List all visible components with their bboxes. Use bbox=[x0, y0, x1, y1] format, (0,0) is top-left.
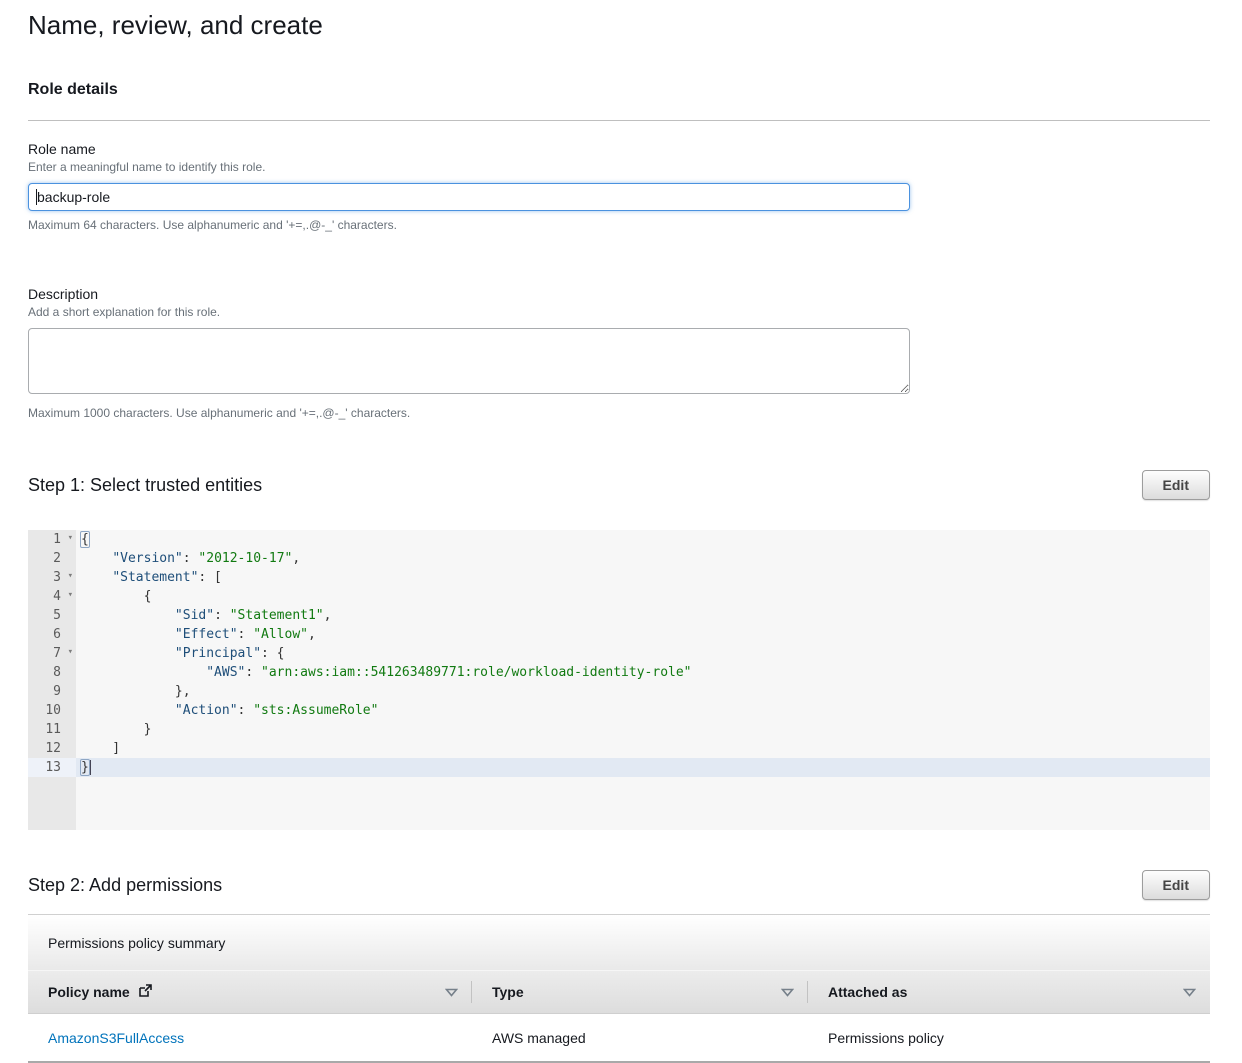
editor-code-line[interactable]: }, bbox=[76, 682, 1210, 701]
editor-code-line[interactable]: "Principal": { bbox=[76, 644, 1210, 663]
editor-code-line[interactable]: } bbox=[76, 758, 1210, 777]
filter-triangle-icon[interactable] bbox=[1183, 984, 1196, 1000]
role-details-section: Role details Role name Enter a meaningfu… bbox=[28, 81, 1210, 420]
column-label: Type bbox=[492, 984, 524, 1000]
editor-code-line[interactable]: "Version": "2012-10-17", bbox=[76, 549, 1210, 568]
policy-table-body: AmazonS3FullAccess AWS managedPermissions… bbox=[28, 1014, 1210, 1063]
editor-line-number: 6 bbox=[28, 625, 76, 644]
policy-table-header: Policy name Type Attached as bbox=[28, 970, 1210, 1014]
role-name-hint: Enter a meaningful name to identify this… bbox=[28, 160, 1210, 174]
external-link-icon bbox=[138, 984, 152, 1001]
description-hint: Add a short explanation for this role. bbox=[28, 305, 1210, 319]
text-caret bbox=[36, 189, 37, 205]
editor-code-line[interactable]: "Effect": "Allow", bbox=[76, 625, 1210, 644]
editor-code-line[interactable]: "Statement": [ bbox=[76, 568, 1210, 587]
editor-code-line[interactable]: } bbox=[76, 720, 1210, 739]
fold-arrow-icon[interactable]: ▾ bbox=[68, 567, 73, 586]
editor-line-number: 4▾ bbox=[28, 587, 76, 606]
table-row: AmazonS3FullAccess AWS managedPermissions… bbox=[28, 1014, 1210, 1063]
role-name-constraint: Maximum 64 characters. Use alphanumeric … bbox=[28, 218, 1210, 232]
editor-text-cursor bbox=[90, 760, 91, 775]
editor-code-line[interactable]: "Action": "sts:AssumeRole" bbox=[76, 701, 1210, 720]
description-label: Description bbox=[28, 286, 1210, 302]
step1-heading: Step 1: Select trusted entities bbox=[28, 475, 262, 496]
fold-arrow-icon[interactable]: ▾ bbox=[68, 643, 73, 662]
editor-line-number: 11 bbox=[28, 720, 76, 739]
editor-line-number: 9 bbox=[28, 682, 76, 701]
step2-heading: Step 2: Add permissions bbox=[28, 875, 222, 896]
create-role-review-page: Name, review, and create Role details Ro… bbox=[0, 0, 1242, 1063]
step1-section: Step 1: Select trusted entities Edit 1▾2… bbox=[28, 470, 1210, 830]
trust-policy-editor[interactable]: 1▾23▾4▾567▾8910111213 { "Version": "2012… bbox=[28, 530, 1210, 830]
policy-type-cell: AWS managed bbox=[472, 1030, 808, 1046]
column-header-policy-name[interactable]: Policy name bbox=[28, 971, 472, 1013]
filter-triangle-icon[interactable] bbox=[445, 984, 458, 1000]
editor-line-number: 5 bbox=[28, 606, 76, 625]
page-title: Name, review, and create bbox=[28, 6, 1210, 41]
section-divider bbox=[28, 120, 1210, 121]
editor-code-line[interactable]: ] bbox=[76, 739, 1210, 758]
editor-line-number: 1▾ bbox=[28, 530, 76, 549]
column-header-type[interactable]: Type bbox=[472, 971, 808, 1013]
editor-line-number: 8 bbox=[28, 663, 76, 682]
editor-line-number: 12 bbox=[28, 739, 76, 758]
fold-arrow-icon[interactable]: ▾ bbox=[68, 529, 73, 548]
role-details-heading: Role details bbox=[28, 81, 1210, 99]
attached-as-cell: Permissions policy bbox=[808, 1030, 1210, 1046]
editor-code-line[interactable]: { bbox=[76, 530, 1210, 549]
column-label: Attached as bbox=[828, 984, 907, 1000]
step2-edit-button[interactable]: Edit bbox=[1142, 870, 1210, 900]
editor-line-number: 10 bbox=[28, 701, 76, 720]
step2-section: Step 2: Add permissions Edit Permissions… bbox=[28, 870, 1210, 1063]
role-name-label: Role name bbox=[28, 141, 1210, 157]
role-name-input[interactable] bbox=[28, 183, 910, 211]
role-name-input-wrap bbox=[28, 183, 910, 211]
editor-gutter: 1▾23▾4▾567▾8910111213 bbox=[28, 530, 76, 830]
policy-name-link[interactable]: AmazonS3FullAccess bbox=[48, 1030, 184, 1046]
editor-code-line[interactable]: { bbox=[76, 587, 1210, 606]
editor-line-number: 3▾ bbox=[28, 568, 76, 587]
editor-code-line[interactable]: "Sid": "Statement1", bbox=[76, 606, 1210, 625]
editor-line-number: 13 bbox=[28, 758, 76, 777]
editor-line-number: 2 bbox=[28, 549, 76, 568]
column-label: Policy name bbox=[48, 984, 130, 1000]
step1-edit-button[interactable]: Edit bbox=[1142, 470, 1210, 500]
permissions-summary-title: Permissions policy summary bbox=[48, 935, 225, 951]
editor-code-line[interactable]: "AWS": "arn:aws:iam::541263489771:role/w… bbox=[76, 663, 1210, 682]
editor-code[interactable]: { "Version": "2012-10-17", "Statement": … bbox=[76, 530, 1210, 830]
editor-line-number: 7▾ bbox=[28, 644, 76, 663]
description-input[interactable] bbox=[28, 328, 910, 394]
permissions-summary-panel: Permissions policy summary bbox=[28, 914, 1210, 970]
description-constraint: Maximum 1000 characters. Use alphanumeri… bbox=[28, 406, 1210, 420]
filter-triangle-icon[interactable] bbox=[781, 984, 794, 1000]
column-header-attached-as[interactable]: Attached as bbox=[808, 971, 1210, 1013]
fold-arrow-icon[interactable]: ▾ bbox=[68, 586, 73, 605]
